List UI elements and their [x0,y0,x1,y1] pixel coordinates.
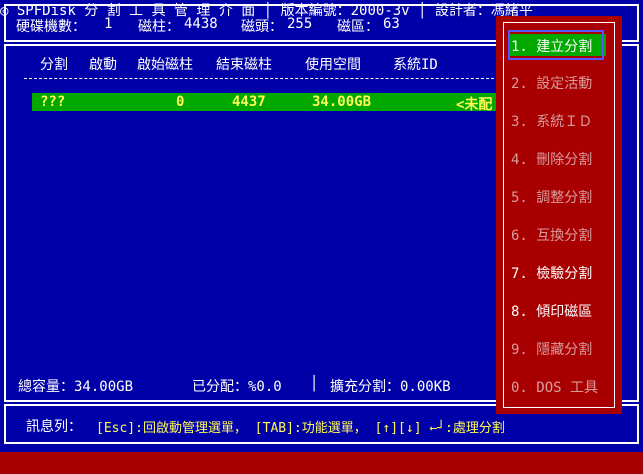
disk-count-label: 硬碟機數： [16,19,86,35]
menu-item-swap-partition[interactable]: 6. 互換分割 [511,225,592,245]
menu-item-resize-partition[interactable]: 5. 調整分割 [511,187,592,207]
col-boot: 啟動 [89,57,117,73]
table-row[interactable]: ??? 0 4437 34.00GB <未配 [32,93,502,113]
col-system-id: 系統ID [393,57,438,73]
col-start-cyl: 啟始磁柱 [137,57,193,73]
cylinder-label: 磁柱： [138,19,180,35]
menu-item-set-active[interactable]: 2. 設定活動 [511,73,592,93]
total-capacity: 總容量：34.00GB [18,379,134,395]
head-value: 255 [287,16,313,32]
menu-item-verify-partition[interactable]: 7. 檢驗分割 [511,263,592,283]
menu-item-system-id[interactable]: 3. 系統ＩＤ [511,111,592,131]
cell-partition: ??? [40,94,66,110]
col-end-cyl: 結束磁柱 [216,57,272,73]
menu-item-delete-partition[interactable]: 4. 刪除分割 [511,149,592,169]
menu-item-hide-partition[interactable]: 9. 隱藏分割 [511,339,592,359]
cell-size: 34.00GB [312,94,372,110]
cell-start-cyl: 0 [176,94,185,110]
message-label: 訊息列： [26,419,82,435]
message-text: [Esc]:回啟動管理選單， [TAB]:功能選單， [↑][↓] ←┘:處理分… [96,421,505,436]
disk-count-value: 1 [104,16,113,32]
cell-system-id: <未配 [456,97,493,113]
allocated-percent: 已分配：%0.0 [192,379,282,395]
extended-size: 擴充分割：0.00KB [330,379,451,395]
menu-item-dump-sector[interactable]: 8. 傾印磁區 [511,301,592,321]
header-divider [24,78,494,79]
col-partition: 分割 [40,57,68,73]
sector-value: 63 [383,16,400,32]
sector-label: 磁區： [337,19,379,35]
menu-item-dos-tools[interactable]: 0. DOS 工具 [511,377,598,397]
cell-end-cyl: 4437 [232,94,266,110]
cylinder-value: 4438 [184,16,218,32]
head-label: 磁頭： [241,19,283,35]
menu-item-create-partition[interactable]: 1. 建立分割 [511,36,592,56]
col-used-space: 使用空間 [305,57,361,73]
status-separator: │ [310,376,319,392]
bottom-title-bar [0,452,643,474]
